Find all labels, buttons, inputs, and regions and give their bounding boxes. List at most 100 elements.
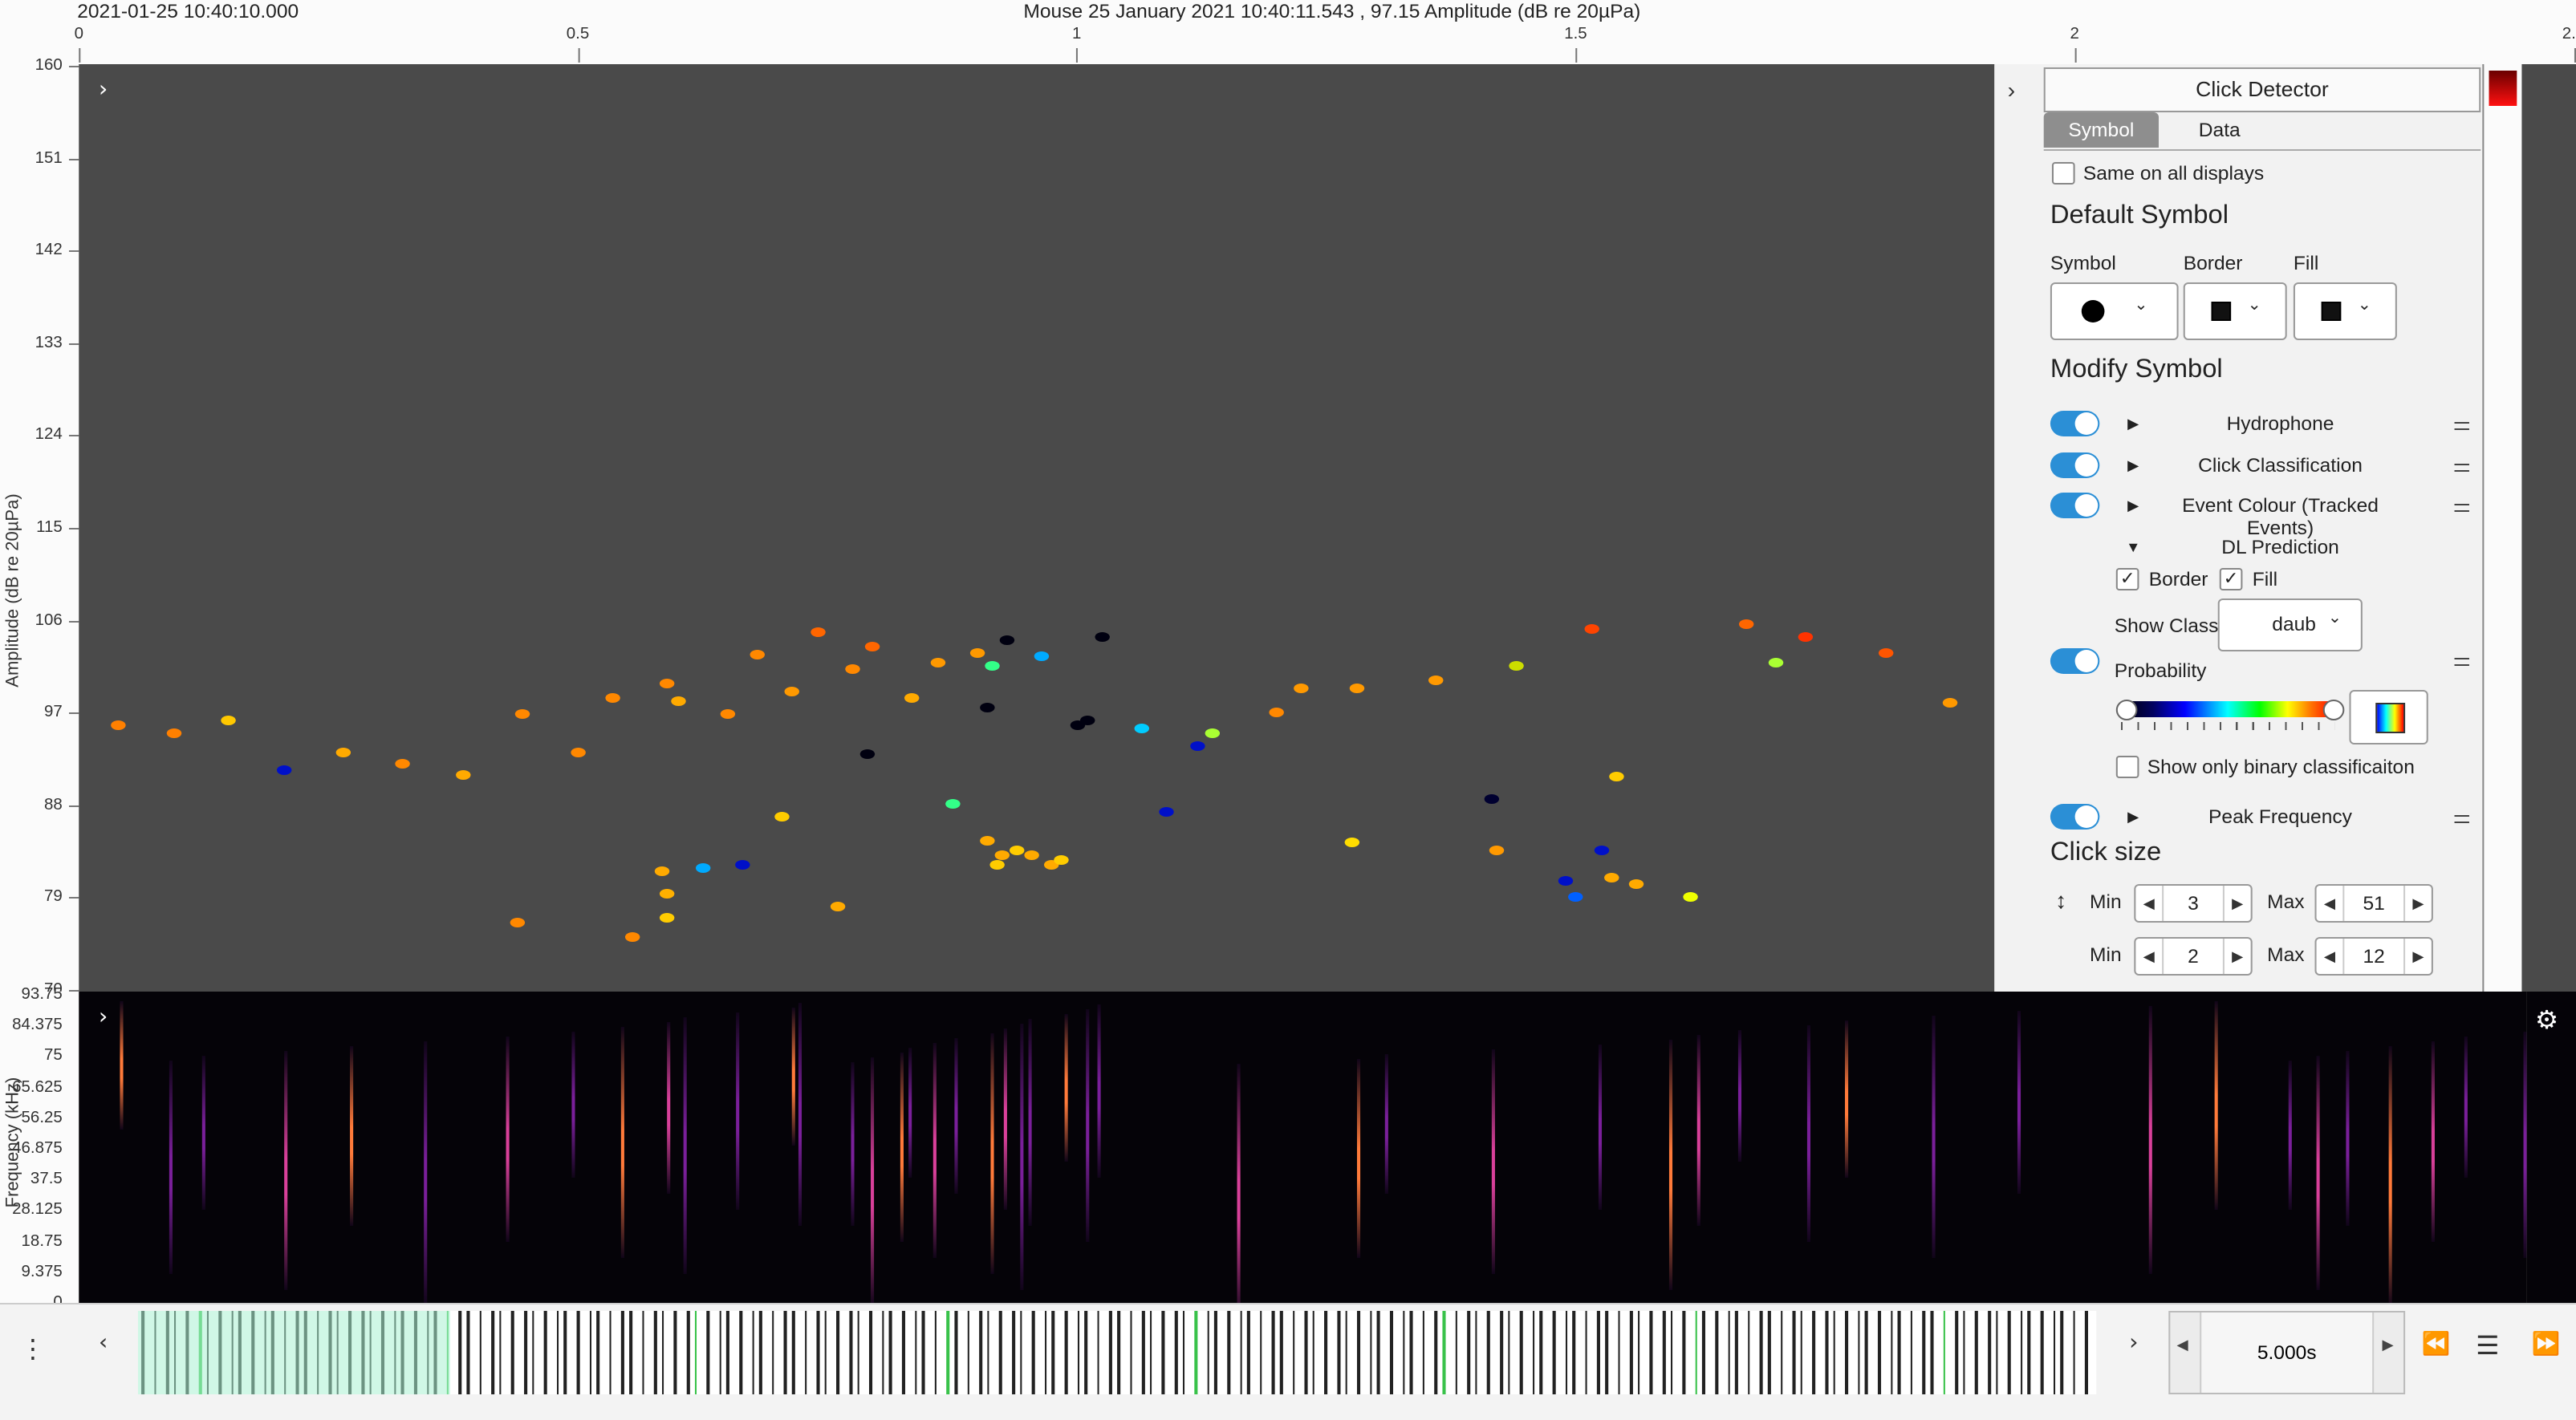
click-point[interactable] <box>655 866 671 877</box>
amplitude-scatter-plot[interactable]: › <box>79 64 1995 992</box>
click-point[interactable] <box>1079 715 1095 725</box>
gear-icon[interactable]: ⚙ <box>2535 1004 2558 1035</box>
click-point[interactable] <box>1558 875 1574 886</box>
click-point[interactable] <box>1428 676 1444 686</box>
increment-icon[interactable]: ▶ <box>2382 1338 2393 1354</box>
increment-icon[interactable]: ▶ <box>2405 947 2432 965</box>
click-point[interactable] <box>979 703 995 712</box>
drag-handle-icon[interactable] <box>2454 815 2469 823</box>
click-point[interactable] <box>515 709 530 720</box>
click-point[interactable] <box>1095 632 1110 643</box>
click-point[interactable] <box>660 889 676 899</box>
click-point[interactable] <box>1054 855 1070 866</box>
drag-handle-icon[interactable] <box>2454 504 2469 512</box>
click-point[interactable] <box>830 901 845 911</box>
fill-checkbox[interactable]: ✓ <box>2219 568 2243 590</box>
expand-triangle-icon[interactable]: ▶ <box>2127 809 2139 826</box>
click-point[interactable] <box>1159 806 1175 817</box>
spectrogram[interactable]: › <box>79 992 2527 1303</box>
click-point[interactable] <box>166 728 181 738</box>
click-size2-min-spinner[interactable]: ◀ 2 ▶ <box>2134 937 2253 976</box>
click-point[interactable] <box>1034 651 1050 661</box>
click-point[interactable] <box>221 715 237 725</box>
overview-viewport-highlight[interactable] <box>137 1311 450 1394</box>
event-colour-toggle[interactable] <box>2050 493 2100 518</box>
probability-colour-scale[interactable] <box>2120 701 2335 717</box>
click-classification-toggle[interactable] <box>2050 452 2100 478</box>
symbol-shape-dropdown[interactable]: ⌄ <box>2050 282 2179 340</box>
colour-map-button[interactable] <box>2349 690 2428 744</box>
click-point[interactable] <box>1628 879 1644 890</box>
click-point[interactable] <box>859 749 876 759</box>
click-point[interactable] <box>1878 648 1893 659</box>
expand-triangle-icon[interactable]: ▶ <box>2127 457 2139 475</box>
collapse-triangle-icon[interactable]: ▼ <box>2126 539 2140 555</box>
fast-forward-icon[interactable]: ⏩ <box>2532 1332 2561 1357</box>
click-point[interactable] <box>1343 838 1359 848</box>
click-point[interactable] <box>720 709 735 720</box>
hydrophone-toggle[interactable] <box>2050 411 2100 436</box>
click-point[interactable] <box>1134 723 1150 733</box>
click-point[interactable] <box>904 693 920 704</box>
expand-triangle-icon[interactable]: ▶ <box>2127 497 2139 515</box>
collapse-panel-icon[interactable]: › <box>2008 77 2016 103</box>
click-point[interactable] <box>1189 740 1205 751</box>
fill-colour-dropdown[interactable]: ⌄ <box>2293 282 2397 340</box>
expand-triangle-icon[interactable]: ▶ <box>2127 416 2139 433</box>
rewind-icon[interactable]: ⏪ <box>2422 1332 2451 1357</box>
click-point[interactable] <box>1603 873 1619 883</box>
click-point[interactable] <box>510 918 526 928</box>
menu-dots-icon[interactable]: ⋮ <box>20 1333 47 1364</box>
click-point[interactable] <box>864 642 880 652</box>
click-point[interactable] <box>335 748 351 758</box>
scroll-left-icon[interactable]: ‹ <box>99 1330 108 1356</box>
binary-classification-checkbox[interactable] <box>2115 756 2139 778</box>
increment-icon[interactable]: ▶ <box>2225 947 2251 965</box>
click-point[interactable] <box>1010 845 1025 855</box>
click-point[interactable] <box>1269 708 1285 718</box>
click-point[interactable] <box>1024 850 1040 860</box>
click-point[interactable] <box>994 850 1010 860</box>
click-point[interactable] <box>455 769 471 780</box>
click-point[interactable] <box>670 696 685 706</box>
click-point[interactable] <box>1798 631 1814 642</box>
peak-frequency-toggle[interactable] <box>2050 804 2100 830</box>
click-point[interactable] <box>845 663 860 674</box>
duration-spinner[interactable]: ◀ 5.000s ▶ <box>2168 1311 2406 1394</box>
click-point[interactable] <box>945 798 960 809</box>
probability-max-handle[interactable] <box>2322 700 2345 720</box>
increment-icon[interactable]: ▶ <box>2225 895 2251 912</box>
click-point[interactable] <box>1738 619 1753 629</box>
click-point[interactable] <box>1768 658 1784 668</box>
click-point[interactable] <box>810 627 825 637</box>
click-point[interactable] <box>111 720 127 730</box>
click-point[interactable] <box>1583 623 1599 634</box>
click-point[interactable] <box>570 747 586 757</box>
border-checkbox[interactable]: ✓ <box>2115 568 2139 590</box>
click-point[interactable] <box>785 687 800 697</box>
click-point[interactable] <box>969 648 985 659</box>
expand-left-panel-icon[interactable]: › <box>99 77 108 103</box>
border-colour-dropdown[interactable]: ⌄ <box>2183 282 2287 340</box>
click-point[interactable] <box>625 931 640 942</box>
drag-handle-icon[interactable] <box>2454 464 2469 472</box>
tab-symbol[interactable]: Symbol <box>2043 112 2160 148</box>
decrement-icon[interactable]: ◀ <box>2135 947 2162 965</box>
click-point[interactable] <box>1608 771 1624 781</box>
click-point[interactable] <box>989 859 1005 870</box>
click-point[interactable] <box>695 863 710 874</box>
decrement-icon[interactable]: ◀ <box>2177 1338 2188 1354</box>
show-class-dropdown[interactable]: daub ⌄ <box>2217 598 2363 651</box>
same-on-all-checkbox[interactable] <box>2051 162 2075 185</box>
click-point[interactable] <box>660 678 676 688</box>
click-point[interactable] <box>396 759 411 769</box>
scroll-right-icon[interactable]: › <box>2129 1330 2138 1356</box>
click-point[interactable] <box>1943 698 1958 708</box>
click-point[interactable] <box>985 661 1000 671</box>
click-point[interactable] <box>276 765 291 776</box>
click-point[interactable] <box>1484 793 1499 804</box>
decrement-icon[interactable]: ◀ <box>2317 895 2343 912</box>
expand-spectrogram-icon[interactable]: › <box>99 1004 108 1030</box>
tab-data[interactable]: Data <box>2162 112 2277 148</box>
click-size-max-spinner[interactable]: ◀ 51 ▶ <box>2314 884 2433 923</box>
